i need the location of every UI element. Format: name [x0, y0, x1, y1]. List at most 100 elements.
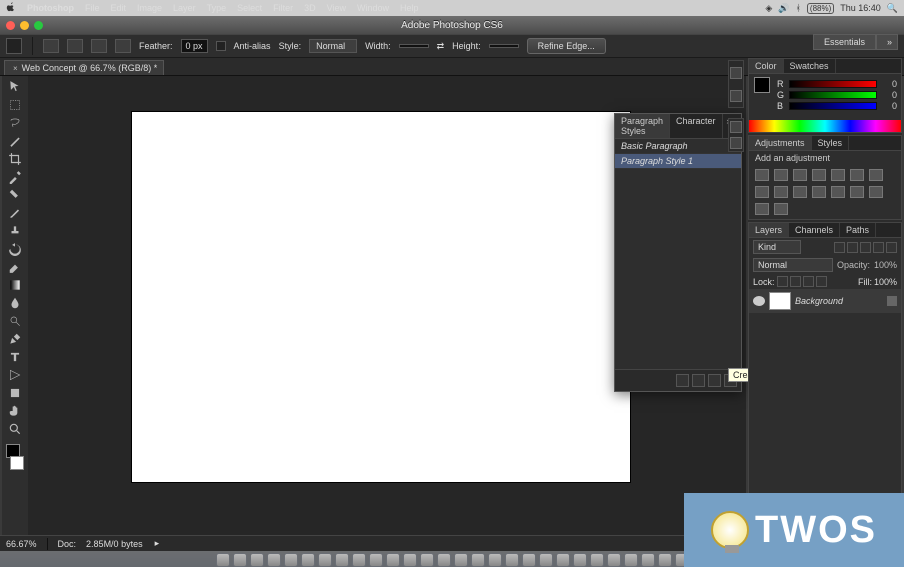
properties-panel-icon[interactable]: [730, 90, 742, 102]
invert-icon[interactable]: [831, 186, 845, 198]
doc-info-value[interactable]: 2.85M/0 bytes: [86, 539, 143, 549]
tab-color[interactable]: Color: [749, 59, 784, 73]
color-proxy-swatch[interactable]: [754, 77, 770, 93]
filter-smart-icon[interactable]: [886, 242, 897, 253]
menu-3d[interactable]: 3D: [304, 3, 316, 13]
close-tab-icon[interactable]: ×: [13, 64, 18, 73]
dock-app-icon[interactable]: [403, 553, 417, 567]
path-tool[interactable]: [4, 366, 26, 384]
heal-tool[interactable]: [4, 186, 26, 204]
photofilter-icon[interactable]: [774, 186, 788, 198]
dock-app-icon[interactable]: [216, 553, 230, 567]
dock-app-icon[interactable]: [250, 553, 264, 567]
dock-app-icon[interactable]: [335, 553, 349, 567]
history-panel-icon[interactable]: [730, 67, 742, 79]
lock-pos-icon[interactable]: [803, 276, 814, 287]
filter-type-icon[interactable]: [860, 242, 871, 253]
shape-tool[interactable]: [4, 384, 26, 402]
opacity-value[interactable]: 100%: [874, 260, 897, 270]
doc-info-menu-icon[interactable]: ▸: [155, 538, 160, 549]
filter-adjust-icon[interactable]: [847, 242, 858, 253]
channelmixer-icon[interactable]: [793, 186, 807, 198]
b-value[interactable]: 0: [881, 101, 897, 111]
type-tool[interactable]: [4, 348, 26, 366]
filter-pixel-icon[interactable]: [834, 242, 845, 253]
dock-app-icon[interactable]: [284, 553, 298, 567]
lock-trans-icon[interactable]: [777, 276, 788, 287]
gradientmap-icon[interactable]: [755, 203, 769, 215]
filter-kind-dropdown[interactable]: Kind: [753, 240, 801, 254]
history-brush-tool[interactable]: [4, 240, 26, 258]
dock-app-icon[interactable]: [658, 553, 672, 567]
dock-app-icon[interactable]: [641, 553, 655, 567]
filter-shape-icon[interactable]: [873, 242, 884, 253]
clock[interactable]: Thu 16:40: [840, 3, 881, 13]
dock-app-icon[interactable]: [573, 553, 587, 567]
spectrum-ramp[interactable]: [749, 120, 901, 132]
dock-app-icon[interactable]: [522, 553, 536, 567]
pen-tool[interactable]: [4, 330, 26, 348]
g-slider[interactable]: [789, 91, 877, 99]
crop-tool[interactable]: [4, 150, 26, 168]
blur-tool[interactable]: [4, 294, 26, 312]
hand-tool[interactable]: [4, 402, 26, 420]
dock-app-icon[interactable]: [590, 553, 604, 567]
ruler-icon[interactable]: [730, 137, 742, 149]
selective-icon[interactable]: [774, 203, 788, 215]
app-name[interactable]: Photoshop: [27, 3, 74, 13]
lock-all-icon[interactable]: [816, 276, 827, 287]
dock-app-icon[interactable]: [267, 553, 281, 567]
apple-icon[interactable]: [6, 2, 16, 14]
tab-paths[interactable]: Paths: [840, 223, 876, 237]
dock-app-icon[interactable]: [352, 553, 366, 567]
brush-tool[interactable]: [4, 204, 26, 222]
tab-channels[interactable]: Channels: [789, 223, 840, 237]
lock-pixels-icon[interactable]: [790, 276, 801, 287]
dock-app-icon[interactable]: [233, 553, 247, 567]
dock-app-icon[interactable]: [318, 553, 332, 567]
swap-dims-icon[interactable]: ⇄: [437, 41, 445, 52]
colorbalance-icon[interactable]: [869, 169, 883, 181]
workspace-tab-essentials[interactable]: Essentials: [813, 34, 876, 50]
volume-icon[interactable]: 🔊: [778, 3, 789, 14]
dock-app-icon[interactable]: [488, 553, 502, 567]
menu-file[interactable]: File: [85, 3, 100, 13]
add-selection-icon[interactable]: [67, 39, 83, 53]
menu-edit[interactable]: Edit: [111, 3, 127, 13]
accept-style-icon[interactable]: [692, 374, 705, 387]
new-style-icon[interactable]: [708, 374, 721, 387]
paragraph-style-item-basic[interactable]: Basic Paragraph: [615, 139, 741, 154]
menu-window[interactable]: Window: [357, 3, 389, 13]
layer-thumbnail[interactable]: [769, 292, 791, 310]
lookup-icon[interactable]: [812, 186, 826, 198]
eraser-tool[interactable]: [4, 258, 26, 276]
menu-type[interactable]: Type: [207, 3, 227, 13]
dock-app-icon[interactable]: [386, 553, 400, 567]
r-value[interactable]: 0: [881, 79, 897, 89]
gradient-tool[interactable]: [4, 276, 26, 294]
visibility-eye-icon[interactable]: [753, 296, 765, 306]
intersect-selection-icon[interactable]: [115, 39, 131, 53]
lasso-tool[interactable]: [4, 114, 26, 132]
feather-input[interactable]: 0 px: [181, 39, 208, 53]
fill-value[interactable]: 100%: [874, 277, 897, 287]
wand-tool[interactable]: [4, 132, 26, 150]
undo-style-icon[interactable]: [676, 374, 689, 387]
menu-view[interactable]: View: [327, 3, 346, 13]
dock-app-icon[interactable]: [420, 553, 434, 567]
background-swatch[interactable]: [10, 456, 24, 470]
dock-app-icon[interactable]: [556, 553, 570, 567]
wifi-icon[interactable]: ◈: [765, 3, 772, 14]
menu-select[interactable]: Select: [237, 3, 262, 13]
dodge-tool[interactable]: [4, 312, 26, 330]
vibrance-icon[interactable]: [831, 169, 845, 181]
window-titlebar[interactable]: Adobe Photoshop CS6: [0, 16, 904, 34]
layer-row-background[interactable]: Background: [749, 289, 901, 313]
color-sampler-icon[interactable]: [730, 121, 742, 133]
dock-app-icon[interactable]: [624, 553, 638, 567]
height-input[interactable]: [489, 44, 519, 48]
new-selection-icon[interactable]: [43, 39, 59, 53]
eyedropper-tool[interactable]: [4, 168, 26, 186]
refine-edge-button[interactable]: Refine Edge...: [527, 38, 606, 54]
menu-filter[interactable]: Filter: [273, 3, 293, 13]
